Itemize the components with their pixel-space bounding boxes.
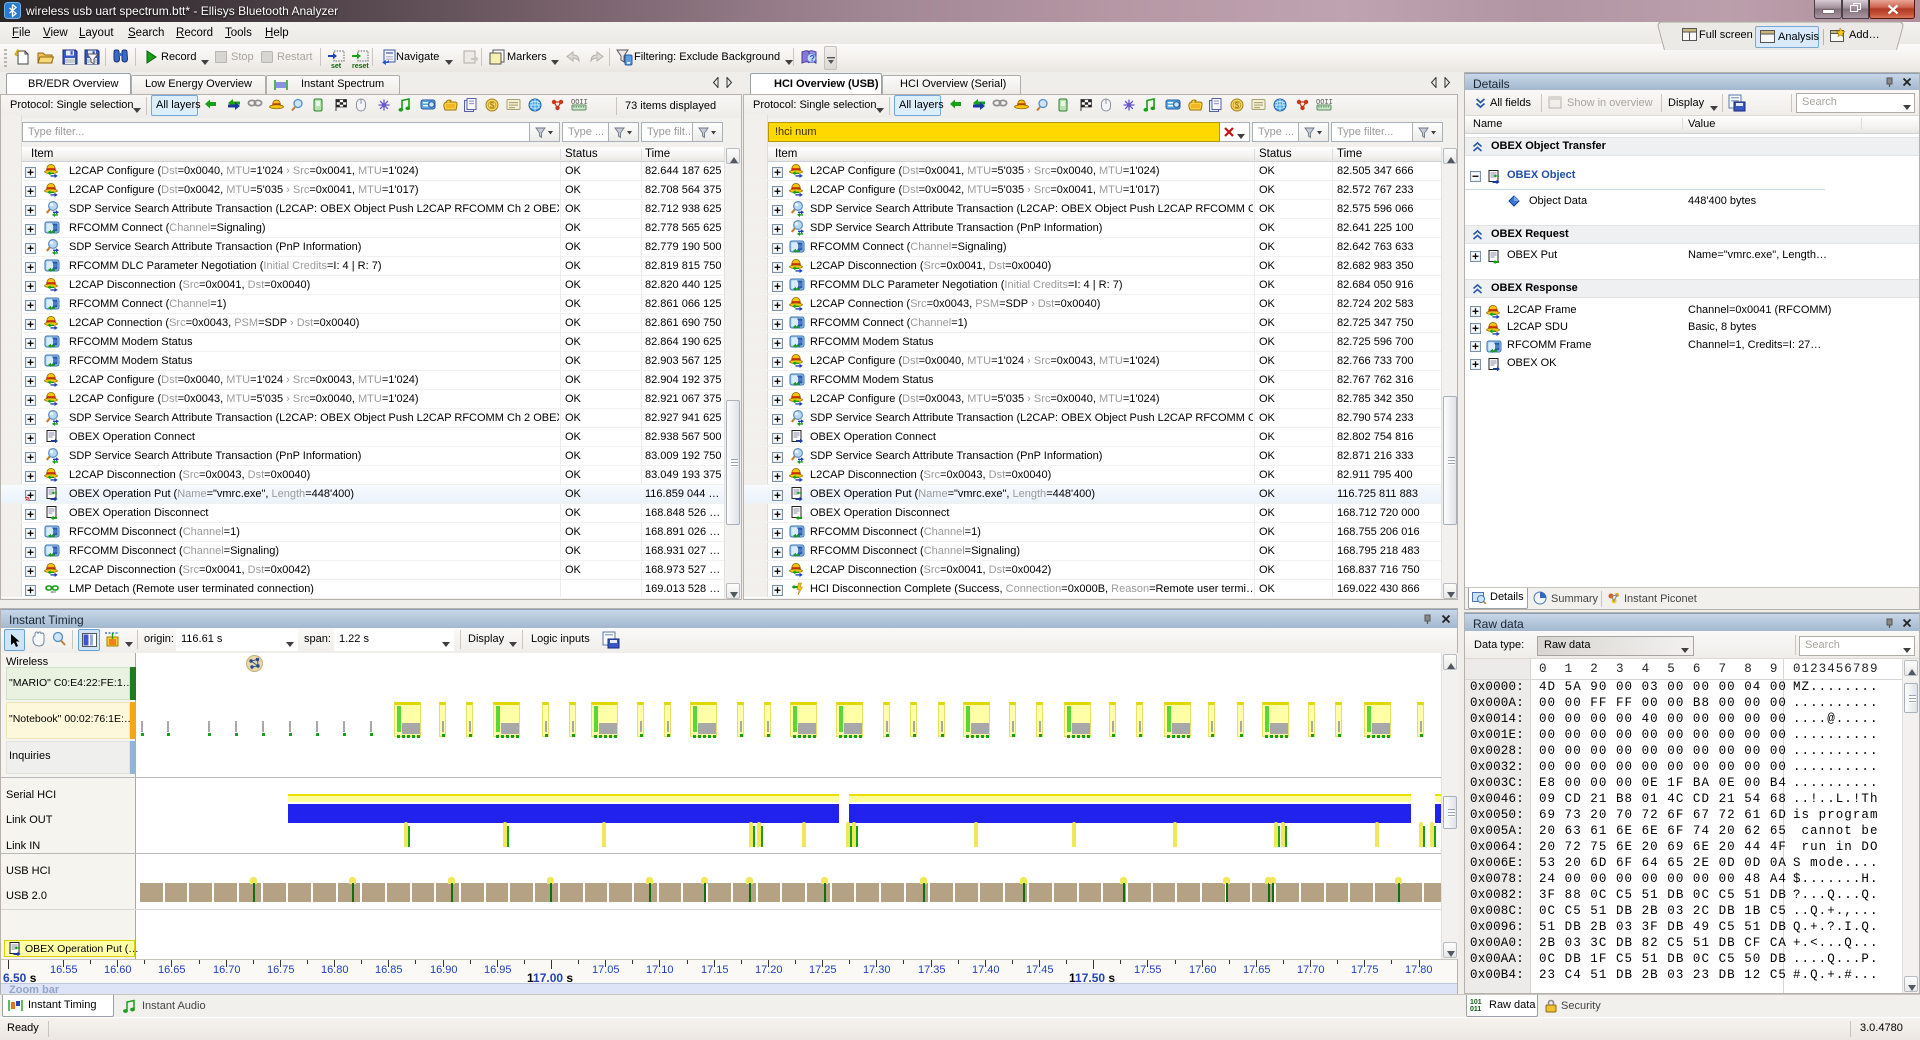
svg-text:reset: reset (352, 63, 369, 69)
svg-text:$: $ (490, 101, 495, 110)
svg-text:set: set (331, 63, 342, 69)
svg-text:?: ? (810, 54, 816, 64)
svg-text:$: $ (1235, 101, 1240, 110)
